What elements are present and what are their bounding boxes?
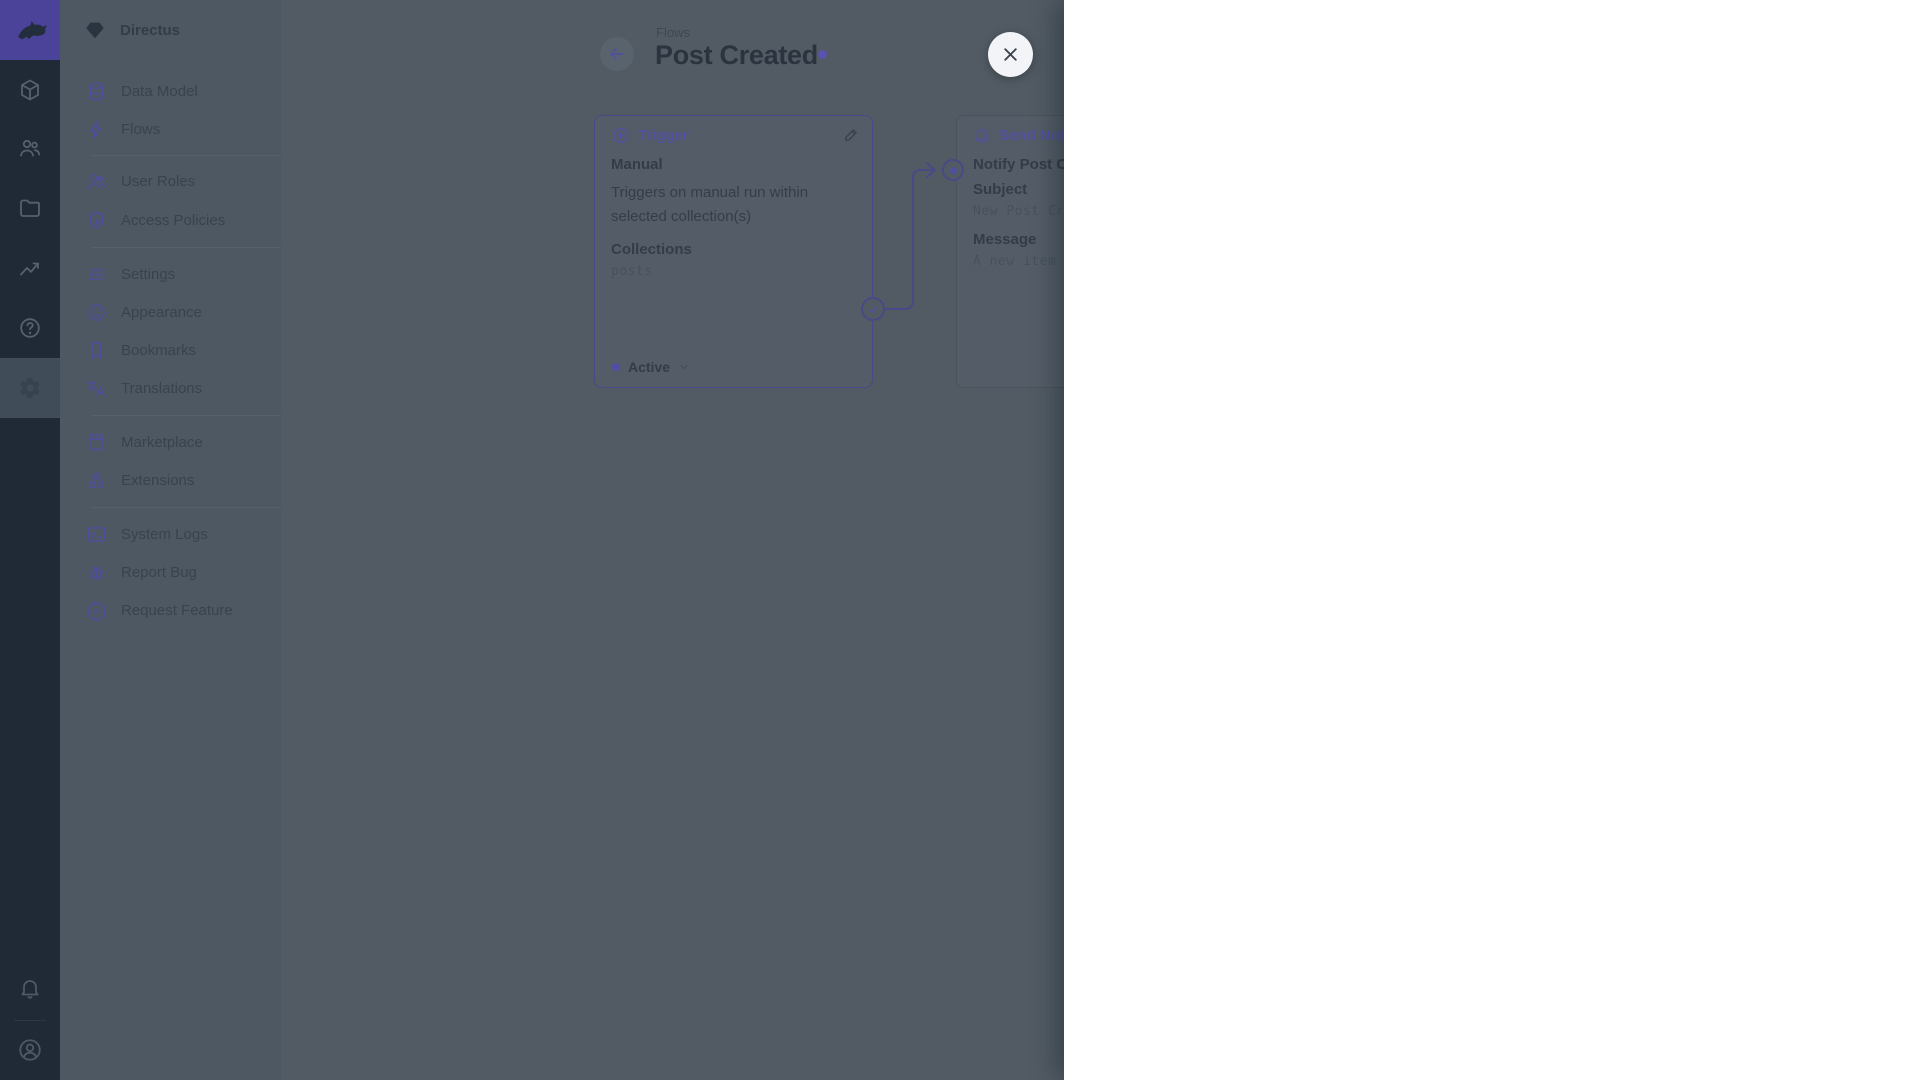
sidebar-item-appearance[interactable]: Appearance <box>70 293 271 331</box>
sidebar-item-label: User Roles <box>121 173 195 190</box>
sidebar-item-label: Flows <box>121 121 160 138</box>
sidebar-item-settings[interactable]: Settings <box>70 255 271 293</box>
trending-up-icon <box>18 257 42 281</box>
rabbit-logo-icon <box>11 11 49 49</box>
module-insights[interactable] <box>0 241 60 297</box>
bolt-icon <box>86 119 107 140</box>
trigger-icon <box>611 126 630 145</box>
nav-divider <box>92 155 281 156</box>
trigger-type-label: Trigger <box>638 127 689 144</box>
operation-input-connector <box>942 159 964 181</box>
translate-icon <box>86 378 107 399</box>
back-button[interactable] <box>600 37 634 71</box>
trigger-field-value: posts <box>611 264 860 279</box>
users-icon <box>86 171 107 192</box>
help-circle-icon <box>18 316 42 340</box>
gear-icon <box>18 376 42 400</box>
sidebar-item-data-model[interactable]: Data Model <box>70 72 271 110</box>
project-diamond-icon <box>84 19 106 41</box>
nav-divider <box>92 247 281 248</box>
sidebar-item-label: Access Policies <box>121 212 225 229</box>
sidebar-item-system-logs[interactable]: System Logs <box>70 515 271 553</box>
module-user-directory[interactable] <box>0 120 60 176</box>
sidebar-item-request-feature[interactable]: Request Feature <box>70 591 271 629</box>
folder-icon <box>18 196 42 220</box>
sidebar-item-bookmarks[interactable]: Bookmarks <box>70 331 271 369</box>
trigger-description-line2: selected collection(s) <box>611 205 860 229</box>
unsaved-dot <box>818 50 827 59</box>
trigger-card-header: Trigger <box>611 126 689 145</box>
sidebar-item-label: Marketplace <box>121 434 203 451</box>
sidebar-item-report-bug[interactable]: Report Bug <box>70 553 271 591</box>
project-name: Directus <box>120 22 180 39</box>
sidebar-item-user-roles[interactable]: User Roles <box>70 162 271 200</box>
page-title: Post Created <box>655 40 818 71</box>
chevron-down-icon <box>678 361 690 373</box>
users-icon <box>18 136 42 160</box>
sidebar-item-access-policies[interactable]: Access Policies <box>70 201 271 239</box>
tune-icon <box>86 264 107 285</box>
notification-bell-icon <box>973 126 991 144</box>
edit-trigger-icon[interactable] <box>843 126 860 143</box>
close-drawer-button[interactable] <box>988 32 1033 77</box>
nav-divider <box>92 507 281 508</box>
cube-icon <box>18 78 42 102</box>
connector-dot <box>950 167 957 174</box>
sidebar-item-label: Extensions <box>121 472 194 489</box>
sidebar-item-label: Bookmarks <box>121 342 196 359</box>
bug-icon <box>86 562 107 583</box>
sidebar-item-label: Data Model <box>121 83 198 100</box>
nav-divider <box>92 415 281 416</box>
module-bar-divider <box>14 1020 46 1021</box>
bell-icon <box>18 976 42 1000</box>
breadcrumb[interactable]: Flows <box>656 25 690 40</box>
project-switcher[interactable]: Directus <box>60 0 281 60</box>
check-icon <box>867 303 880 316</box>
shapes-icon <box>86 470 107 491</box>
sidebar-item-label: Appearance <box>121 304 202 321</box>
module-bar <box>0 0 60 1080</box>
nav-sidebar: Directus Data Model Flows User Roles Acc… <box>60 0 281 1080</box>
smiley-icon <box>86 302 107 323</box>
flow-status-toggle[interactable]: Active <box>612 359 690 375</box>
trigger-resolve-connector[interactable] <box>861 297 885 321</box>
notifications-button[interactable] <box>0 960 60 1016</box>
sidebar-item-label: Translations <box>121 380 202 397</box>
close-icon <box>1000 44 1021 65</box>
module-content[interactable] <box>0 62 60 118</box>
module-file-library[interactable] <box>0 180 60 236</box>
arrow-left-icon <box>607 44 627 64</box>
storefront-icon <box>86 432 107 453</box>
trigger-description-line1: Triggers on manual run within <box>611 181 860 205</box>
user-menu-button[interactable] <box>0 1022 60 1078</box>
edit-operation-drawer: Post Created Edit Operation Name T Key T… <box>1064 0 1920 1080</box>
database-icon <box>86 81 107 102</box>
sidebar-item-label: Settings <box>121 266 175 283</box>
sidebar-item-translations[interactable]: Translations <box>70 369 271 407</box>
seal-check-icon <box>86 600 107 621</box>
terminal-icon <box>86 524 107 545</box>
status-label: Active <box>628 359 670 375</box>
module-settings[interactable] <box>0 358 60 418</box>
directus-app: Flows Post Created Trigger Manual Trigge… <box>0 0 1920 1080</box>
status-dot <box>612 363 620 371</box>
bookmark-icon <box>86 340 107 361</box>
shield-lock-icon <box>86 210 107 231</box>
module-help[interactable] <box>0 300 60 356</box>
trigger-card[interactable]: Trigger Manual Triggers on manual run wi… <box>594 115 873 388</box>
directus-logo[interactable] <box>0 0 60 60</box>
sidebar-item-extensions[interactable]: Extensions <box>70 461 271 499</box>
sidebar-item-label: Request Feature <box>121 602 233 619</box>
sidebar-item-marketplace[interactable]: Marketplace <box>70 423 271 461</box>
trigger-name: Manual <box>611 156 860 173</box>
sidebar-item-flows[interactable]: Flows <box>70 110 271 148</box>
trigger-field-label: Collections <box>611 241 860 258</box>
sidebar-item-label: Report Bug <box>121 564 197 581</box>
sidebar-item-label: System Logs <box>121 526 208 543</box>
account-circle-icon <box>17 1037 43 1063</box>
